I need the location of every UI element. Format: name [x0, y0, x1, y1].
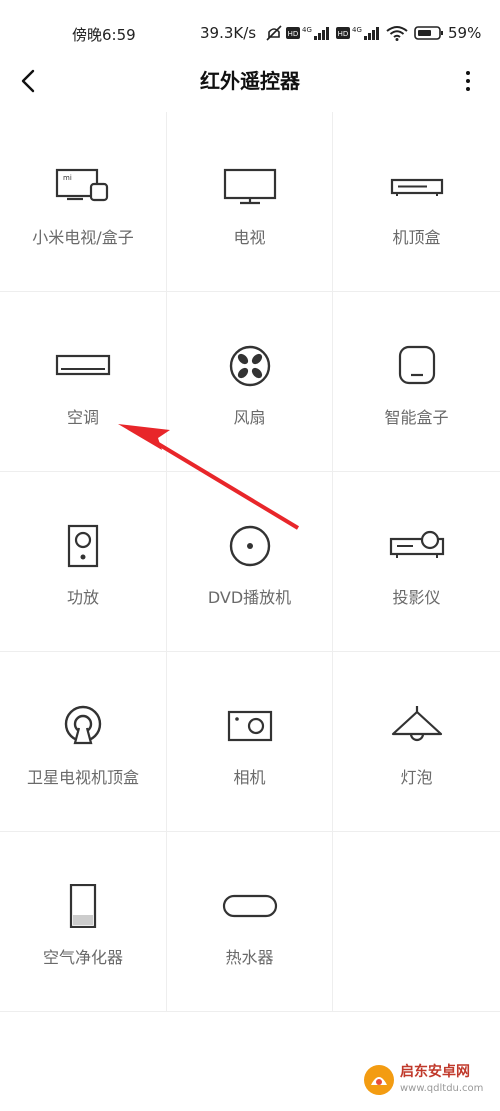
svg-text:4G: 4G	[352, 26, 362, 34]
device-projector[interactable]: 投影仪	[333, 472, 500, 652]
watermark: 启东安卓网 www.qdltdu.com	[362, 1059, 492, 1103]
device-label: 空调	[66, 408, 99, 427]
air-conditioner-icon	[53, 344, 113, 388]
device-set-top-box[interactable]: 机顶盒	[333, 112, 500, 292]
device-camera[interactable]: 相机	[167, 652, 333, 832]
hd-icon: HD	[336, 25, 350, 44]
device-fan[interactable]: 风扇	[167, 292, 333, 472]
device-label: 智能盒子	[384, 408, 449, 427]
water-heater-icon	[220, 884, 280, 928]
device-label: 电视	[233, 228, 266, 247]
device-label: 投影仪	[392, 588, 441, 607]
lamp-icon	[387, 704, 447, 748]
network-speed: 39.3K/s	[200, 24, 257, 42]
device-label: 风扇	[233, 408, 266, 427]
signal-4g-icon: 4G	[302, 25, 332, 45]
wifi-icon	[386, 25, 408, 45]
device-lamp[interactable]: 灯泡	[333, 652, 500, 832]
device-label: 功放	[66, 588, 99, 607]
mi-tv-box-icon: mi	[53, 164, 113, 208]
more-vertical-icon	[466, 71, 470, 91]
svg-text:mi: mi	[63, 174, 72, 182]
device-label: 机顶盒	[392, 228, 441, 247]
page-title: 红外遥控器	[200, 69, 300, 93]
air-purifier-icon	[53, 884, 113, 928]
device-tv[interactable]: 电视	[167, 112, 333, 292]
mute-icon	[264, 25, 284, 45]
device-label: 小米电视/盒子	[32, 228, 134, 247]
svg-text:HD: HD	[338, 30, 349, 38]
app-header: 红外遥控器	[0, 55, 500, 107]
projector-icon	[387, 524, 447, 568]
device-label: 相机	[233, 768, 266, 787]
device-label: 热水器	[225, 948, 274, 967]
device-label: 灯泡	[400, 768, 433, 787]
device-label: 卫星电视机顶盒	[26, 768, 139, 787]
empty-cell	[333, 832, 500, 1012]
watermark-url: www.qdltdu.com	[400, 1083, 484, 1094]
device-smart-box[interactable]: 智能盒子	[333, 292, 500, 472]
tv-icon	[220, 164, 280, 208]
hd-icon: HD	[286, 25, 300, 44]
battery-icon	[414, 25, 444, 45]
more-button[interactable]	[456, 65, 480, 97]
set-top-box-icon	[387, 164, 447, 208]
device-dvd-player[interactable]: DVD播放机	[167, 472, 333, 652]
status-time: 傍晚6:59	[72, 26, 136, 44]
camera-icon	[220, 704, 280, 748]
device-air-conditioner[interactable]: 空调	[0, 292, 167, 472]
satellite-icon	[53, 704, 113, 748]
smart-box-icon	[387, 344, 447, 388]
svg-text:HD: HD	[288, 30, 299, 38]
device-amplifier[interactable]: 功放	[0, 472, 167, 652]
watermark-logo-icon	[364, 1065, 394, 1095]
device-grid: mi 小米电视/盒子 电视 机顶盒 空调 风扇 智能盒子 功放 DVD播放机 投…	[0, 112, 500, 1012]
speaker-icon	[53, 524, 113, 568]
disc-icon	[220, 524, 280, 568]
fan-icon	[220, 344, 280, 388]
svg-text:4G: 4G	[302, 26, 312, 34]
device-water-heater[interactable]: 热水器	[167, 832, 333, 1012]
battery-percent: 59%	[448, 24, 482, 42]
device-mi-tv-box[interactable]: mi 小米电视/盒子	[0, 112, 167, 292]
device-label: 空气净化器	[42, 948, 123, 967]
device-label: DVD播放机	[207, 588, 292, 607]
watermark-text: 启东安卓网	[400, 1064, 470, 1080]
device-air-purifier[interactable]: 空气净化器	[0, 832, 167, 1012]
signal-4g-icon: 4G	[352, 25, 382, 45]
device-satellite-box[interactable]: 卫星电视机顶盒	[0, 652, 167, 832]
